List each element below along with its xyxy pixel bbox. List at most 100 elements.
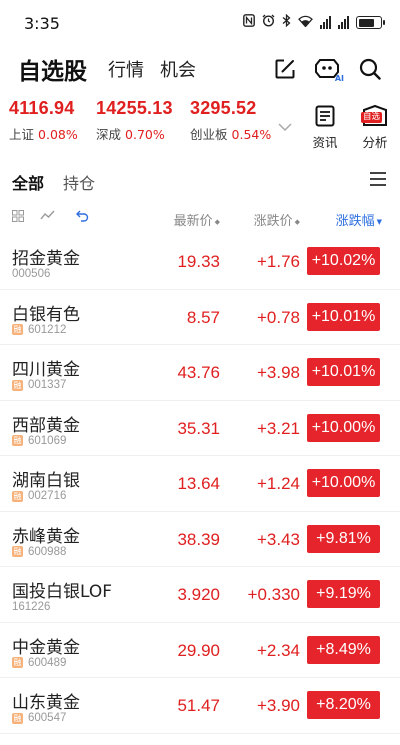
stock-change: +3.98 (256, 363, 300, 382)
stock-pct-badge: +9.81% (307, 524, 380, 553)
stock-pct-badge: +10.01% (307, 358, 380, 386)
stock-name: 西部黄金 (12, 415, 80, 436)
stock-change: +0.78 (256, 307, 300, 327)
stock-name: 中金黄金 (12, 637, 80, 658)
alarm-icon (262, 14, 275, 31)
price-header: 最新价 (173, 214, 213, 229)
stock-code: 600489 (28, 656, 67, 669)
index-name: 深成 (96, 127, 122, 142)
index-shenzhen[interactable]: 14255.13 深成 0.70% (96, 98, 173, 143)
news-label: 资讯 (312, 135, 338, 150)
table-row[interactable]: 白银有色 融 601212 8.57 +0.78 +10.01% (0, 290, 400, 345)
stock-code: 001337 (28, 379, 67, 391)
stock-name: 山东黄金 (12, 693, 80, 713)
tab-opportunity[interactable]: 机会 (160, 56, 196, 82)
index-pct: 0.70% (125, 127, 165, 142)
edit-icon[interactable] (270, 54, 300, 84)
column-header: 最新价 ◆ 涨跌价 ◆ 涨跌幅 ▼ (0, 204, 400, 232)
stock-pct-badge: +10.01% (307, 302, 380, 331)
index-chinext[interactable]: 3295.52 创业板 0.54% (190, 98, 271, 143)
stock-price: 51.47 (177, 696, 220, 715)
grid-view-icon[interactable] (12, 210, 24, 226)
stock-pct-badge: +8.20% (307, 691, 380, 719)
index-pct: 0.08% (38, 127, 78, 142)
table-row[interactable]: 国投白银LOF 161226 3.920 +0.330 +9.19% (0, 567, 400, 623)
status-icons (243, 13, 385, 31)
index-value: 4116.94 (9, 98, 75, 118)
stock-code: 601212 (28, 323, 67, 336)
tab-all[interactable]: 全部 (12, 170, 44, 194)
index-shanghai[interactable]: 4116.94 上证 0.08% (9, 98, 78, 143)
change-header: 涨跌价 (253, 214, 293, 229)
trend-chart-icon[interactable] (40, 210, 55, 225)
index-value: 3295.52 (190, 98, 257, 118)
stock-name: 白银有色 (12, 304, 80, 325)
stock-code: 161226 (12, 601, 51, 613)
stock-name: 国投白银LOF (12, 582, 113, 602)
table-row[interactable]: 西部黄金 融 601069 35.31 +3.21 +10.00% (0, 401, 400, 456)
news-button[interactable]: 资讯 (305, 104, 345, 151)
table-row[interactable]: 中金黄金 融 600489 29.90 +2.34 +8.49% (0, 623, 400, 678)
search-icon[interactable] (355, 54, 385, 84)
list-tabs: 全部 持仓 (0, 162, 400, 198)
stock-change: +3.21 (256, 418, 300, 438)
stock-change: +2.34 (256, 640, 300, 660)
signal-icon-2 (338, 16, 349, 29)
sort-icon: ◆ (294, 217, 300, 226)
header: 自选股 行情 机会 AI (0, 46, 400, 94)
table-row[interactable]: 山东黄金 融 600547 51.47 +3.90 +8.20% (0, 678, 400, 734)
stock-code: 002716 (28, 490, 67, 502)
stock-change: +0.330 (247, 585, 300, 604)
stock-code: 600988 (28, 545, 67, 558)
stock-name: 湖南白银 (12, 471, 80, 491)
stock-pct-badge: +9.19% (307, 580, 380, 608)
stock-list: 招金黄金 000506 19.33 +1.76 +10.02% 白银有色 融 60… (0, 234, 400, 734)
analysis-label: 分析 (362, 135, 388, 150)
sort-change[interactable]: 涨跌价 ◆ (254, 210, 300, 229)
stock-price: 38.39 (177, 529, 220, 549)
stock-price: 35.31 (177, 418, 220, 438)
status-bar: 3:35 (0, 0, 400, 46)
stock-price: 19.33 (177, 252, 220, 271)
pct-header: 涨跌幅 (335, 214, 375, 229)
battery-icon (356, 16, 385, 29)
margin-tag: 融 (12, 657, 23, 668)
table-row[interactable]: 湖南白银 融 002716 13.64 +1.24 +10.00% (0, 456, 400, 512)
tab-holdings[interactable]: 持仓 (63, 170, 95, 194)
stock-price: 43.76 (177, 363, 220, 382)
tab-market[interactable]: 行情 (108, 56, 144, 82)
stock-change: +3.43 (256, 529, 300, 549)
stock-price: 3.920 (177, 585, 220, 604)
analysis-button[interactable]: 自选 分析 (355, 104, 395, 151)
sort-price[interactable]: 最新价 ◆ (174, 210, 220, 229)
stock-change: +3.90 (256, 696, 300, 715)
margin-tag: 融 (12, 324, 23, 335)
tab-watchlist[interactable]: 自选股 (18, 52, 87, 86)
margin-tag: 融 (12, 490, 23, 502)
ai-assistant-icon[interactable]: AI (313, 54, 344, 84)
stock-change: +1.24 (256, 474, 300, 493)
stock-name: 四川黄金 (12, 360, 80, 380)
stock-pct-badge: +10.02% (307, 247, 380, 275)
menu-icon[interactable] (370, 172, 386, 186)
index-value: 14255.13 (96, 98, 173, 118)
chevron-down-icon[interactable] (278, 116, 292, 135)
margin-tag: 融 (12, 712, 23, 724)
stock-name: 赤峰黄金 (12, 526, 80, 547)
refresh-icon[interactable] (76, 210, 89, 226)
table-row[interactable]: 赤峰黄金 融 600988 38.39 +3.43 +9.81% (0, 512, 400, 567)
stock-price: 13.64 (177, 474, 220, 493)
table-row[interactable]: 招金黄金 000506 19.33 +1.76 +10.02% (0, 234, 400, 290)
sort-pct[interactable]: 涨跌幅 ▼ (336, 210, 382, 229)
sort-desc-icon: ▼ (376, 217, 382, 226)
stock-code: 600547 (28, 712, 67, 724)
table-row[interactable]: 四川黄金 融 001337 43.76 +3.98 +10.01% (0, 345, 400, 401)
status-time: 3:35 (24, 14, 60, 33)
stock-pct-badge: +10.00% (307, 413, 380, 442)
margin-tag: 融 (12, 435, 23, 446)
margin-tag: 融 (12, 546, 23, 557)
stock-code: 601069 (28, 434, 67, 447)
stock-change: +1.76 (256, 252, 300, 271)
stock-pct-badge: +10.00% (307, 469, 380, 497)
stock-code: 000506 (12, 268, 51, 280)
